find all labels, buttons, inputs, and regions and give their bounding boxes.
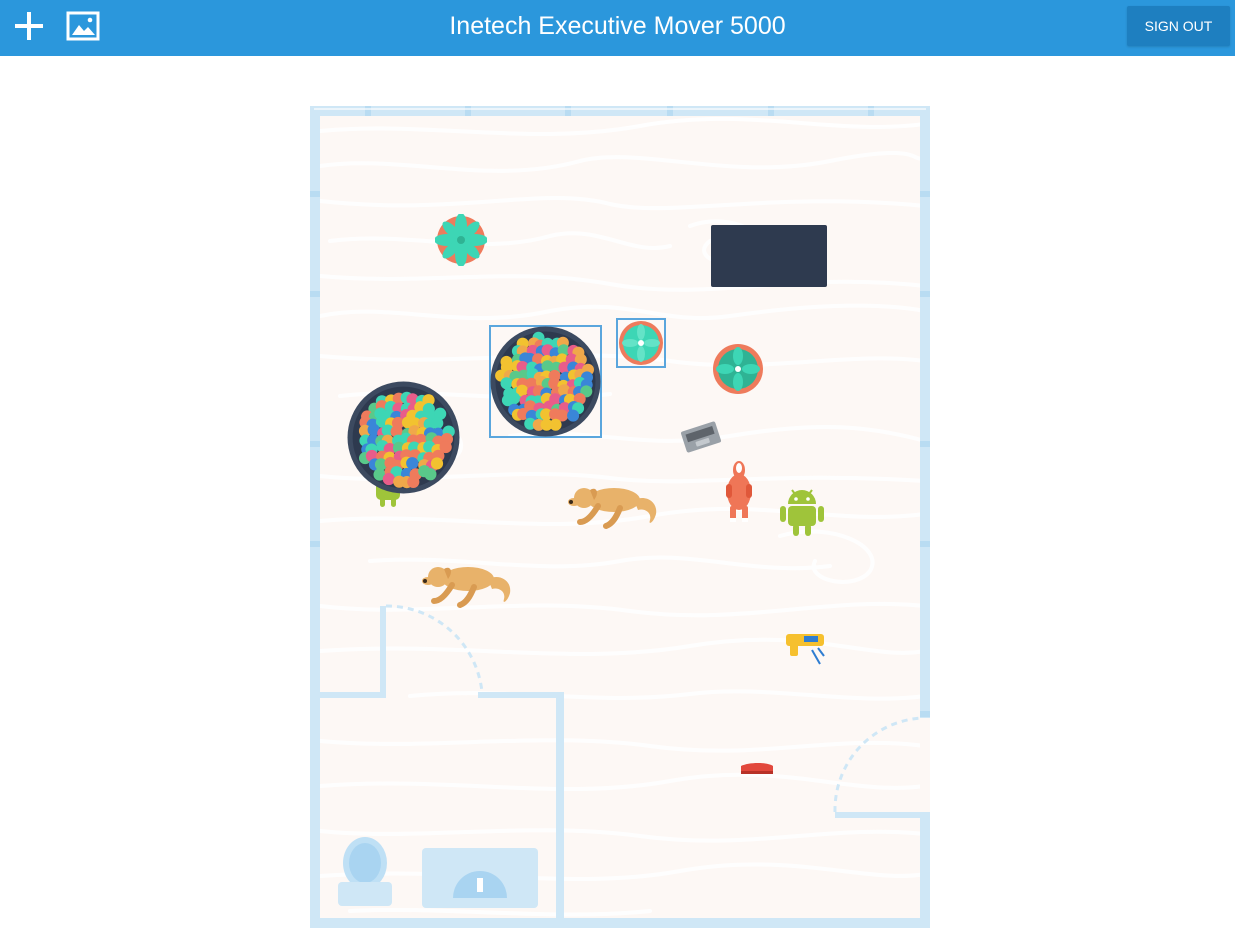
plant[interactable]	[618, 320, 664, 366]
ball	[500, 377, 513, 390]
ball	[567, 409, 580, 422]
dog[interactable]	[568, 476, 662, 530]
laptop[interactable]	[679, 420, 723, 454]
app-bar: Inetech Executive Mover 5000 SIGN OUT	[0, 0, 1235, 56]
ball	[406, 457, 419, 470]
ball	[549, 418, 562, 431]
ball	[424, 468, 437, 481]
ball	[431, 417, 444, 430]
stapler[interactable]	[739, 760, 775, 776]
sign-out-button[interactable]: SIGN OUT	[1127, 6, 1230, 46]
sink[interactable]	[422, 848, 538, 908]
plant[interactable]	[435, 214, 487, 266]
desk[interactable]	[711, 225, 827, 287]
app-title: Inetech Executive Mover 5000	[449, 12, 786, 40]
ball	[430, 457, 444, 470]
plant[interactable]	[712, 343, 764, 395]
ball-pit[interactable]	[347, 381, 460, 494]
ball	[407, 475, 420, 488]
ball	[508, 392, 521, 405]
ball	[382, 472, 395, 486]
ball-pit[interactable]	[490, 326, 601, 437]
nerf-gun[interactable]	[784, 630, 828, 668]
dog[interactable]	[422, 555, 516, 609]
inflatable-dinosaur[interactable]	[722, 458, 756, 524]
android[interactable]	[778, 484, 826, 538]
